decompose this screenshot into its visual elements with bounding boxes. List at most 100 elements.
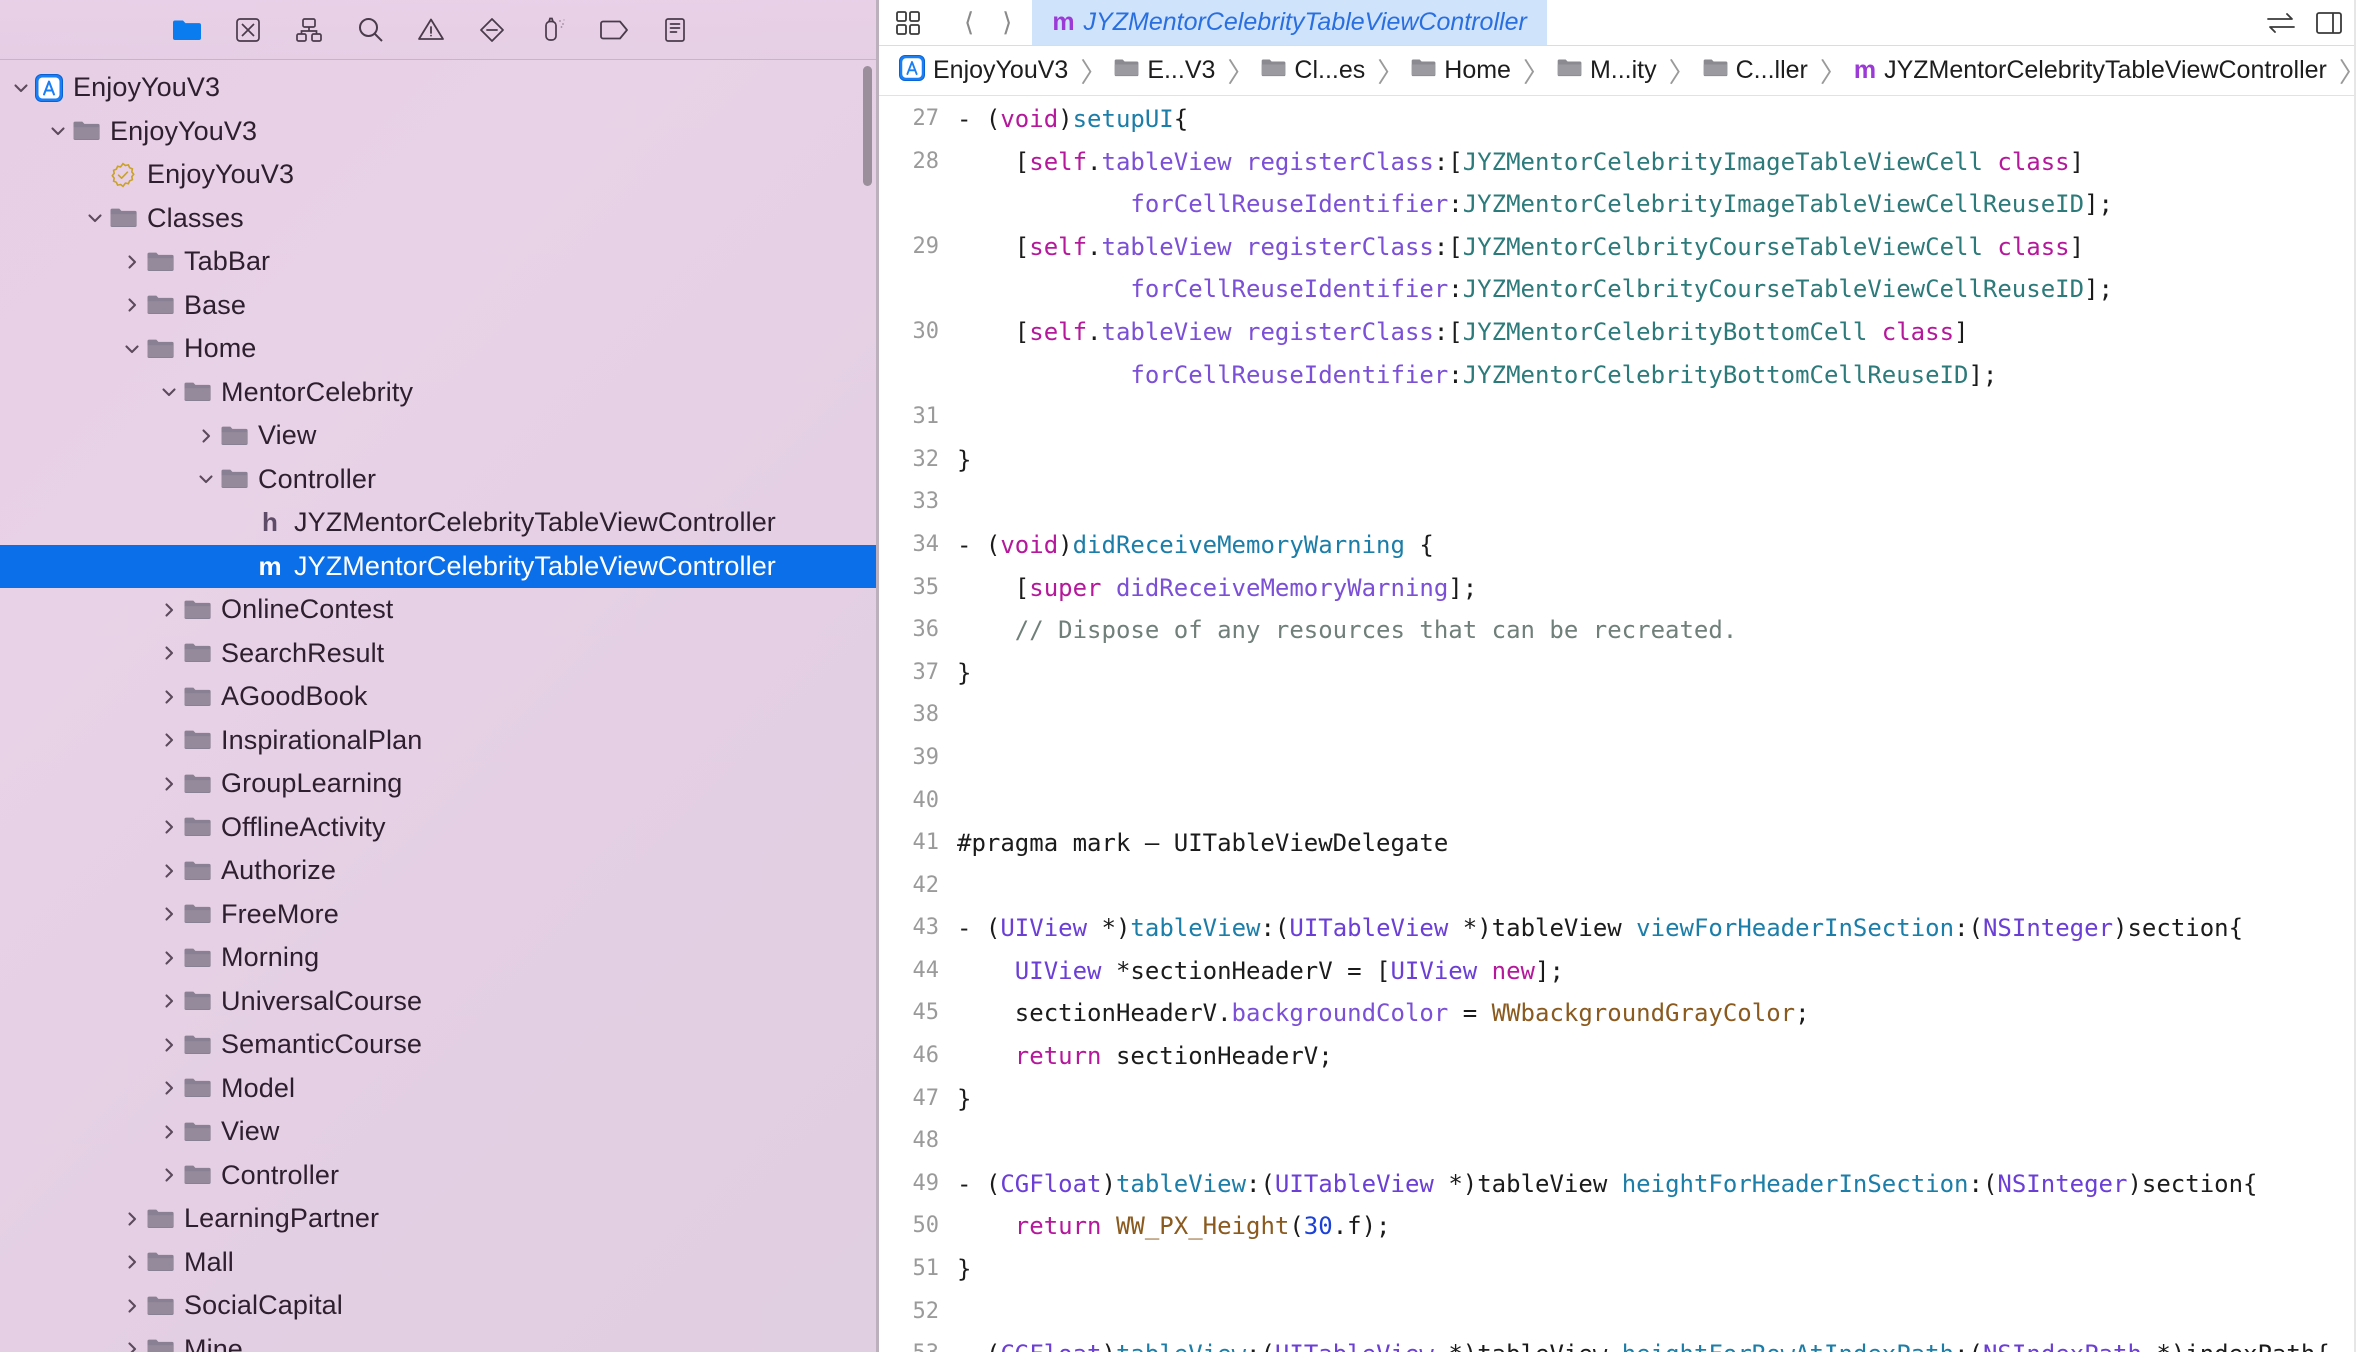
- code-line[interactable]: 50 return WW_PX_Height(30.f);: [879, 1205, 2356, 1248]
- chevron-right-icon[interactable]: [156, 862, 182, 880]
- code-line[interactable]: 47}: [879, 1078, 2356, 1121]
- issue-navigator-icon[interactable]: [414, 13, 448, 47]
- chevron-down-icon[interactable]: [45, 122, 71, 140]
- breadcrumb-segment[interactable]: m JYZMentorCelebrityTableViewController: [1854, 56, 2332, 85]
- report-navigator-icon[interactable]: [658, 13, 692, 47]
- file-tree-row[interactable]: SearchResult: [0, 632, 876, 676]
- file-tree-row[interactable]: Home: [0, 327, 876, 371]
- chevron-right-icon[interactable]: [119, 1210, 145, 1228]
- chevron-down-icon[interactable]: [193, 470, 219, 488]
- chevron-right-icon[interactable]: [119, 296, 145, 314]
- file-tree-row[interactable]: FreeMore: [0, 893, 876, 937]
- file-tree-row[interactable]: Authorize: [0, 849, 876, 893]
- breadcrumb-segment[interactable]: E...V3: [1114, 56, 1220, 85]
- file-tree-row[interactable]: SocialCapital: [0, 1284, 876, 1328]
- editor-tab-active[interactable]: m JYZMentorCelebrityTableViewController: [1032, 0, 1547, 45]
- code-line[interactable]: 27 - (void)setupUI{: [879, 98, 2356, 141]
- code-line[interactable]: 44 UIView *sectionHeaderV = [UIView new]…: [879, 950, 2356, 993]
- chevron-right-icon[interactable]: [156, 1079, 182, 1097]
- chevron-right-icon[interactable]: [156, 1036, 182, 1054]
- code-line[interactable]: forCellReuseIdentifier:JYZMentorCelebrit…: [879, 354, 2356, 397]
- file-tree-row[interactable]: MentorCelebrity: [0, 371, 876, 415]
- file-tree-row[interactable]: Controller: [0, 1154, 876, 1198]
- code-line[interactable]: 42: [879, 865, 2356, 908]
- file-tree-row[interactable]: h JYZMentorCelebrityTableViewController: [0, 501, 876, 545]
- code-line[interactable]: forCellReuseIdentifier:JYZMentorCelebrit…: [879, 183, 2356, 226]
- file-tree-row[interactable]: OnlineContest: [0, 588, 876, 632]
- debug-navigator-icon[interactable]: [536, 13, 570, 47]
- chevron-right-icon[interactable]: [156, 644, 182, 662]
- source-control-icon[interactable]: [231, 13, 265, 47]
- chevron-right-icon[interactable]: [156, 818, 182, 836]
- code-line[interactable]: 46 return sectionHeaderV;: [879, 1035, 2356, 1078]
- code-line[interactable]: 38: [879, 694, 2356, 737]
- code-line[interactable]: 37}: [879, 652, 2356, 695]
- code-line[interactable]: 49 - (CGFloat)tableView:(UITableView *)ta…: [879, 1163, 2356, 1206]
- file-tree-row[interactable]: UniversalCourse: [0, 980, 876, 1024]
- file-tree[interactable]: EnjoyYouV3 EnjoyYouV3 EnjoyYouV3 Classes Tab…: [0, 60, 876, 1352]
- file-tree-row[interactable]: TabBar: [0, 240, 876, 284]
- editor-options-icon[interactable]: [895, 10, 921, 36]
- nav-back-icon[interactable]: ⟨: [958, 7, 980, 38]
- code-line[interactable]: 40: [879, 780, 2356, 823]
- chevron-right-icon[interactable]: [156, 992, 182, 1010]
- code-line[interactable]: 35 [super didReceiveMemoryWarning];: [879, 567, 2356, 610]
- breadcrumb-segment[interactable]: EnjoyYouV3: [899, 55, 1073, 86]
- chevron-right-icon[interactable]: [156, 731, 182, 749]
- file-tree-row[interactable]: View: [0, 1110, 876, 1154]
- file-tree-row-selected[interactable]: m JYZMentorCelebrityTableViewController: [0, 544, 876, 588]
- code-editor[interactable]: 27 - (void)setupUI{28 [self.tableView reg…: [879, 96, 2356, 1352]
- file-tree-row[interactable]: SemanticCourse: [0, 1023, 876, 1067]
- chevron-right-icon[interactable]: [119, 1297, 145, 1315]
- inspector-toggle-icon[interactable]: [2316, 11, 2342, 35]
- code-line[interactable]: 36 // Dispose of any resources that can …: [879, 609, 2356, 652]
- file-tree-row[interactable]: View: [0, 414, 876, 458]
- code-line[interactable]: 51}: [879, 1248, 2356, 1291]
- breadcrumb-segment[interactable]: C...ller: [1703, 56, 1813, 85]
- code-line[interactable]: 43 - (UIView *)tableView:(UITableView *)t…: [879, 907, 2356, 950]
- file-tree-row[interactable]: Mine: [0, 1328, 876, 1352]
- code-line[interactable]: 30 [self.tableView registerClass:[JYZMen…: [879, 311, 2356, 354]
- file-tree-row[interactable]: EnjoyYouV3: [0, 66, 876, 110]
- code-line[interactable]: 28 [self.tableView registerClass:[JYZMen…: [879, 141, 2356, 184]
- code-line[interactable]: 45 sectionHeaderV.backgroundColor = WWba…: [879, 992, 2356, 1035]
- breadcrumb-segment[interactable]: Home: [1411, 56, 1516, 85]
- code-line[interactable]: 34 - (void)didReceiveMemoryWarning {: [879, 524, 2356, 567]
- chevron-right-icon[interactable]: [156, 949, 182, 967]
- chevron-right-icon[interactable]: [119, 253, 145, 271]
- chevron-right-icon[interactable]: [156, 1166, 182, 1184]
- breakpoint-navigator-icon[interactable]: [597, 13, 631, 47]
- symbol-hierarchy-icon[interactable]: [292, 13, 326, 47]
- sidebar-scrollbar[interactable]: [863, 66, 872, 186]
- folder-icon[interactable]: [170, 13, 204, 47]
- chevron-right-icon[interactable]: [156, 688, 182, 706]
- chevron-right-icon[interactable]: [156, 905, 182, 923]
- file-tree-row[interactable]: InspirationalPlan: [0, 719, 876, 763]
- file-tree-row[interactable]: GroupLearning: [0, 762, 876, 806]
- chevron-down-icon[interactable]: [82, 209, 108, 227]
- chevron-right-icon[interactable]: [156, 775, 182, 793]
- search-icon[interactable]: [353, 13, 387, 47]
- file-tree-row[interactable]: Model: [0, 1067, 876, 1111]
- breadcrumb-segment[interactable]: Cl...es: [1261, 56, 1370, 85]
- code-line[interactable]: 32}: [879, 439, 2356, 482]
- chevron-right-icon[interactable]: [156, 1123, 182, 1141]
- file-tree-row[interactable]: Controller: [0, 458, 876, 502]
- code-line[interactable]: 53- (CGFloat)tableView:(UITableView *)ta…: [879, 1333, 2356, 1352]
- code-line[interactable]: 48: [879, 1120, 2356, 1163]
- file-tree-row[interactable]: EnjoyYouV3: [0, 110, 876, 154]
- code-line[interactable]: forCellReuseIdentifier:JYZMentorCelbrity…: [879, 268, 2356, 311]
- code-line[interactable]: 29 [self.tableView registerClass:[JYZMen…: [879, 226, 2356, 269]
- code-line[interactable]: 31: [879, 396, 2356, 439]
- file-tree-row[interactable]: OfflineActivity: [0, 806, 876, 850]
- chevron-right-icon[interactable]: [156, 601, 182, 619]
- chevron-down-icon[interactable]: [8, 79, 34, 97]
- file-tree-row[interactable]: Base: [0, 284, 876, 328]
- file-tree-row[interactable]: LearningPartner: [0, 1197, 876, 1241]
- file-tree-row[interactable]: AGoodBook: [0, 675, 876, 719]
- chevron-right-icon[interactable]: [119, 1340, 145, 1352]
- file-tree-row[interactable]: Classes: [0, 197, 876, 241]
- chevron-down-icon[interactable]: [156, 383, 182, 401]
- chevron-down-icon[interactable]: [119, 340, 145, 358]
- breadcrumb[interactable]: EnjoyYouV3 〉 E...V3 〉 Cl...es 〉 Home 〉 M...ity 〉 C…: [879, 46, 2356, 96]
